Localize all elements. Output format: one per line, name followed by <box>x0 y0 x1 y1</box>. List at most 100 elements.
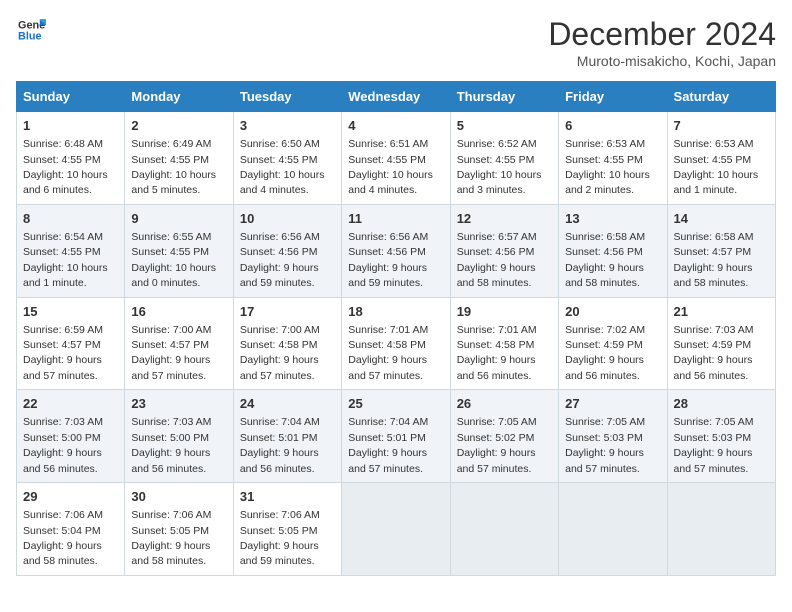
cell-info: Sunrise: 6:58 AMSunset: 4:57 PMDaylight:… <box>674 231 754 289</box>
day-number: 9 <box>131 210 226 228</box>
calendar-cell: 18 Sunrise: 7:01 AMSunset: 4:58 PMDaylig… <box>342 297 450 390</box>
day-number: 17 <box>240 303 335 321</box>
cell-info: Sunrise: 6:49 AMSunset: 4:55 PMDaylight:… <box>131 138 216 196</box>
cell-info: Sunrise: 6:48 AMSunset: 4:55 PMDaylight:… <box>23 138 108 196</box>
cell-info: Sunrise: 7:01 AMSunset: 4:58 PMDaylight:… <box>457 324 537 382</box>
cell-info: Sunrise: 7:05 AMSunset: 5:03 PMDaylight:… <box>565 416 645 474</box>
day-number: 1 <box>23 117 118 135</box>
calendar-cell: 12 Sunrise: 6:57 AMSunset: 4:56 PMDaylig… <box>450 204 558 297</box>
weekday-header-monday: Monday <box>125 82 233 112</box>
calendar-cell: 8 Sunrise: 6:54 AMSunset: 4:55 PMDayligh… <box>17 204 125 297</box>
cell-info: Sunrise: 6:53 AMSunset: 4:55 PMDaylight:… <box>565 138 650 196</box>
day-number: 8 <box>23 210 118 228</box>
day-number: 22 <box>23 395 118 413</box>
cell-info: Sunrise: 7:04 AMSunset: 5:01 PMDaylight:… <box>348 416 428 474</box>
day-number: 10 <box>240 210 335 228</box>
calendar-cell: 13 Sunrise: 6:58 AMSunset: 4:56 PMDaylig… <box>559 204 667 297</box>
page-subtitle: Muroto-misakicho, Kochi, Japan <box>548 53 776 69</box>
day-number: 12 <box>457 210 552 228</box>
cell-info: Sunrise: 7:00 AMSunset: 4:57 PMDaylight:… <box>131 324 211 382</box>
cell-info: Sunrise: 7:04 AMSunset: 5:01 PMDaylight:… <box>240 416 320 474</box>
page-header: General Blue December 2024 Muroto-misaki… <box>16 16 776 69</box>
calendar-week-row: 29 Sunrise: 7:06 AMSunset: 5:04 PMDaylig… <box>17 483 776 576</box>
weekday-header-tuesday: Tuesday <box>233 82 341 112</box>
calendar-cell: 6 Sunrise: 6:53 AMSunset: 4:55 PMDayligh… <box>559 112 667 205</box>
cell-info: Sunrise: 7:06 AMSunset: 5:05 PMDaylight:… <box>131 509 211 567</box>
cell-info: Sunrise: 7:00 AMSunset: 4:58 PMDaylight:… <box>240 324 320 382</box>
calendar-cell: 17 Sunrise: 7:00 AMSunset: 4:58 PMDaylig… <box>233 297 341 390</box>
logo-icon: General Blue <box>18 16 46 44</box>
cell-info: Sunrise: 6:54 AMSunset: 4:55 PMDaylight:… <box>23 231 108 289</box>
weekday-header-sunday: Sunday <box>17 82 125 112</box>
calendar-cell <box>559 483 667 576</box>
day-number: 2 <box>131 117 226 135</box>
day-number: 6 <box>565 117 660 135</box>
cell-info: Sunrise: 7:05 AMSunset: 5:02 PMDaylight:… <box>457 416 537 474</box>
calendar-cell: 19 Sunrise: 7:01 AMSunset: 4:58 PMDaylig… <box>450 297 558 390</box>
calendar-cell: 1 Sunrise: 6:48 AMSunset: 4:55 PMDayligh… <box>17 112 125 205</box>
weekday-header-saturday: Saturday <box>667 82 775 112</box>
day-number: 28 <box>674 395 769 413</box>
calendar-cell: 24 Sunrise: 7:04 AMSunset: 5:01 PMDaylig… <box>233 390 341 483</box>
cell-info: Sunrise: 7:06 AMSunset: 5:04 PMDaylight:… <box>23 509 103 567</box>
cell-info: Sunrise: 6:56 AMSunset: 4:56 PMDaylight:… <box>240 231 320 289</box>
cell-info: Sunrise: 6:52 AMSunset: 4:55 PMDaylight:… <box>457 138 542 196</box>
day-number: 5 <box>457 117 552 135</box>
calendar-cell: 4 Sunrise: 6:51 AMSunset: 4:55 PMDayligh… <box>342 112 450 205</box>
day-number: 3 <box>240 117 335 135</box>
day-number: 11 <box>348 210 443 228</box>
cell-info: Sunrise: 6:51 AMSunset: 4:55 PMDaylight:… <box>348 138 433 196</box>
calendar-week-row: 8 Sunrise: 6:54 AMSunset: 4:55 PMDayligh… <box>17 204 776 297</box>
calendar-cell: 16 Sunrise: 7:00 AMSunset: 4:57 PMDaylig… <box>125 297 233 390</box>
calendar-week-row: 15 Sunrise: 6:59 AMSunset: 4:57 PMDaylig… <box>17 297 776 390</box>
cell-info: Sunrise: 6:56 AMSunset: 4:56 PMDaylight:… <box>348 231 428 289</box>
calendar-week-row: 1 Sunrise: 6:48 AMSunset: 4:55 PMDayligh… <box>17 112 776 205</box>
logo: General Blue <box>16 16 46 49</box>
cell-info: Sunrise: 6:59 AMSunset: 4:57 PMDaylight:… <box>23 324 103 382</box>
day-number: 13 <box>565 210 660 228</box>
cell-info: Sunrise: 6:50 AMSunset: 4:55 PMDaylight:… <box>240 138 325 196</box>
calendar-cell: 3 Sunrise: 6:50 AMSunset: 4:55 PMDayligh… <box>233 112 341 205</box>
day-number: 20 <box>565 303 660 321</box>
cell-info: Sunrise: 7:02 AMSunset: 4:59 PMDaylight:… <box>565 324 645 382</box>
svg-text:Blue: Blue <box>18 30 42 42</box>
calendar-cell: 7 Sunrise: 6:53 AMSunset: 4:55 PMDayligh… <box>667 112 775 205</box>
calendar-cell: 21 Sunrise: 7:03 AMSunset: 4:59 PMDaylig… <box>667 297 775 390</box>
day-number: 30 <box>131 488 226 506</box>
day-number: 21 <box>674 303 769 321</box>
cell-info: Sunrise: 6:57 AMSunset: 4:56 PMDaylight:… <box>457 231 537 289</box>
weekday-header-wednesday: Wednesday <box>342 82 450 112</box>
calendar-cell: 10 Sunrise: 6:56 AMSunset: 4:56 PMDaylig… <box>233 204 341 297</box>
calendar-cell: 20 Sunrise: 7:02 AMSunset: 4:59 PMDaylig… <box>559 297 667 390</box>
calendar-cell: 14 Sunrise: 6:58 AMSunset: 4:57 PMDaylig… <box>667 204 775 297</box>
cell-info: Sunrise: 7:03 AMSunset: 4:59 PMDaylight:… <box>674 324 754 382</box>
calendar-cell: 15 Sunrise: 6:59 AMSunset: 4:57 PMDaylig… <box>17 297 125 390</box>
cell-info: Sunrise: 6:55 AMSunset: 4:55 PMDaylight:… <box>131 231 216 289</box>
day-number: 31 <box>240 488 335 506</box>
calendar-cell: 23 Sunrise: 7:03 AMSunset: 5:00 PMDaylig… <box>125 390 233 483</box>
calendar-cell <box>342 483 450 576</box>
calendar-header-row: SundayMondayTuesdayWednesdayThursdayFrid… <box>17 82 776 112</box>
day-number: 7 <box>674 117 769 135</box>
day-number: 26 <box>457 395 552 413</box>
weekday-header-friday: Friday <box>559 82 667 112</box>
cell-info: Sunrise: 6:58 AMSunset: 4:56 PMDaylight:… <box>565 231 645 289</box>
day-number: 23 <box>131 395 226 413</box>
calendar-table: SundayMondayTuesdayWednesdayThursdayFrid… <box>16 81 776 576</box>
page-title: December 2024 <box>548 16 776 53</box>
calendar-cell <box>450 483 558 576</box>
calendar-cell: 22 Sunrise: 7:03 AMSunset: 5:00 PMDaylig… <box>17 390 125 483</box>
calendar-cell: 9 Sunrise: 6:55 AMSunset: 4:55 PMDayligh… <box>125 204 233 297</box>
calendar-cell: 29 Sunrise: 7:06 AMSunset: 5:04 PMDaylig… <box>17 483 125 576</box>
day-number: 27 <box>565 395 660 413</box>
day-number: 16 <box>131 303 226 321</box>
calendar-cell: 28 Sunrise: 7:05 AMSunset: 5:03 PMDaylig… <box>667 390 775 483</box>
day-number: 15 <box>23 303 118 321</box>
cell-info: Sunrise: 7:01 AMSunset: 4:58 PMDaylight:… <box>348 324 428 382</box>
cell-info: Sunrise: 7:03 AMSunset: 5:00 PMDaylight:… <box>131 416 211 474</box>
day-number: 4 <box>348 117 443 135</box>
title-area: December 2024 Muroto-misakicho, Kochi, J… <box>548 16 776 69</box>
calendar-cell: 2 Sunrise: 6:49 AMSunset: 4:55 PMDayligh… <box>125 112 233 205</box>
day-number: 25 <box>348 395 443 413</box>
cell-info: Sunrise: 7:05 AMSunset: 5:03 PMDaylight:… <box>674 416 754 474</box>
